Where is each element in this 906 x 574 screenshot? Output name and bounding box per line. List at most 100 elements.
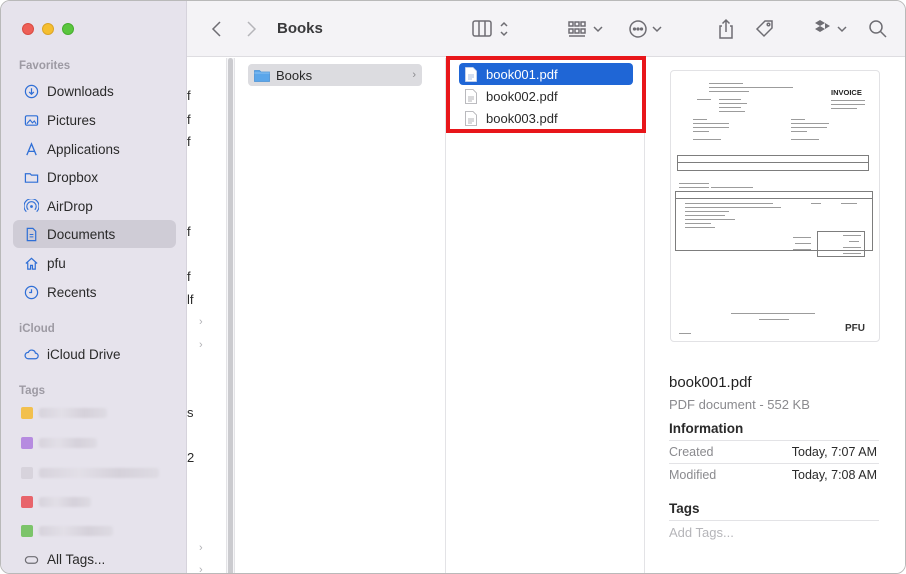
document-icon <box>23 226 39 242</box>
download-icon <box>23 83 39 99</box>
close-window-button[interactable] <box>22 23 34 35</box>
column-documents: Books › <box>236 58 446 573</box>
divider <box>669 440 879 441</box>
back-button[interactable] <box>207 17 227 41</box>
selection-highlight-box <box>446 56 646 133</box>
sidebar-item-label: pfu <box>47 255 66 271</box>
tag-item[interactable] <box>21 407 107 419</box>
edit-tags-button[interactable] <box>753 17 777 41</box>
column-fragment: f <box>187 88 191 103</box>
column-fragment: f <box>187 134 191 149</box>
folder-row-books[interactable]: Books › <box>248 64 422 86</box>
sidebar-item-downloads[interactable]: Downloads <box>13 77 176 105</box>
sidebar-item-label: Recents <box>47 284 97 300</box>
sidebar-item-icloud-drive[interactable]: iCloud Drive <box>13 340 176 368</box>
sidebar-item-label: Downloads <box>47 83 114 99</box>
forward-button[interactable] <box>241 17 261 41</box>
pictures-icon <box>23 112 39 128</box>
ellipsis-circle-icon <box>629 20 662 38</box>
sidebar: Favorites Downloads Pictures Application… <box>1 1 187 573</box>
action-menu-button[interactable] <box>627 17 667 41</box>
folder-icon <box>23 169 39 185</box>
airdrop-icon <box>23 198 39 214</box>
chevron-right-icon <box>247 21 257 37</box>
dropbox-button[interactable] <box>811 17 851 41</box>
document-logo: PFU <box>845 323 865 334</box>
share-button[interactable] <box>715 17 737 41</box>
sidebar-item-recents[interactable]: Recents <box>13 278 176 306</box>
column-fragment: 2 <box>187 450 195 465</box>
cloud-icon <box>23 346 39 362</box>
columns-view-icon <box>472 20 508 37</box>
tag-item[interactable] <box>21 496 91 508</box>
chevron-right-icon: › <box>412 69 416 81</box>
sidebar-item-label: Pictures <box>47 112 96 128</box>
sidebar-item-label: All Tags... <box>47 551 106 567</box>
folder-icon <box>254 69 270 82</box>
document-heading: INVOICE <box>831 88 862 97</box>
search-icon <box>869 20 887 38</box>
column-parent: f f f f f lf s 2 › › › › <box>187 58 227 574</box>
divider <box>669 520 879 521</box>
column-fragment: lf <box>187 292 194 307</box>
column-fragment: s <box>187 405 194 420</box>
zoom-window-button[interactable] <box>62 23 74 35</box>
tag-item[interactable] <box>21 525 113 537</box>
group-button[interactable] <box>567 17 607 41</box>
grid-icon <box>568 21 603 37</box>
clock-icon <box>23 284 39 300</box>
modified-value: Today, 7:08 AM <box>791 468 877 482</box>
add-tags-field[interactable]: Add Tags... <box>669 525 734 540</box>
created-label: Created <box>669 445 714 459</box>
finder-window: Favorites Downloads Pictures Application… <box>0 0 906 574</box>
tag-item[interactable] <box>21 467 159 479</box>
tag-icon <box>755 20 773 38</box>
preview-file-name: book001.pdf <box>669 374 752 391</box>
tag-icon <box>23 551 39 567</box>
column-fragment: f <box>187 269 191 284</box>
divider <box>669 463 879 464</box>
chevron-right-icon: › <box>199 339 203 351</box>
icloud-header: iCloud <box>19 323 55 335</box>
tags-header: Tags <box>19 385 45 397</box>
sidebar-item-applications[interactable]: Applications <box>13 135 176 163</box>
share-icon <box>719 18 733 39</box>
chevron-right-icon: › <box>199 564 203 574</box>
created-value: Today, 7:07 AM <box>791 445 877 459</box>
sidebar-item-label: iCloud Drive <box>47 346 121 362</box>
tags-section-header: Tags <box>669 501 700 516</box>
applications-icon <box>23 141 39 157</box>
sidebar-item-dropbox[interactable]: Dropbox <box>13 163 176 191</box>
chevron-left-icon <box>211 21 221 37</box>
view-mode-button[interactable] <box>471 17 513 41</box>
sidebar-item-pictures[interactable]: Pictures <box>13 106 176 134</box>
home-icon <box>23 255 39 271</box>
dropbox-icon <box>815 20 847 33</box>
document-thumbnail[interactable]: INVOICE PFU <box>670 70 880 342</box>
sidebar-item-label: Applications <box>47 141 120 157</box>
sidebar-item-label: Dropbox <box>47 169 99 185</box>
column-scrollbar[interactable] <box>227 58 235 573</box>
sidebar-item-label: Documents <box>47 226 116 242</box>
information-header: Information <box>669 421 744 436</box>
modified-label: Modified <box>669 468 717 482</box>
chevron-right-icon: › <box>199 542 203 554</box>
toolbar: Books <box>187 1 905 57</box>
sidebar-item-all-tags[interactable]: All Tags... <box>13 545 176 573</box>
window-title: Books <box>277 20 323 37</box>
sidebar-item-documents[interactable]: Documents <box>13 220 176 248</box>
favorites-header: Favorites <box>19 60 71 72</box>
column-fragment: f <box>187 224 191 239</box>
folder-label: Books <box>276 67 313 83</box>
chevron-right-icon: › <box>199 316 203 328</box>
sidebar-item-pfu[interactable]: pfu <box>13 249 176 277</box>
preview-file-type: PDF document - 552 KB <box>669 397 810 412</box>
sidebar-item-airdrop[interactable]: AirDrop <box>13 192 176 220</box>
minimize-window-button[interactable] <box>42 23 54 35</box>
scrollbar-thumb[interactable] <box>228 58 233 573</box>
column-fragment: f <box>187 112 191 127</box>
column-books: book001.pdf book002.pdf book003.pdf <box>447 58 645 573</box>
tag-item[interactable] <box>21 437 97 449</box>
sidebar-item-label: AirDrop <box>47 198 93 214</box>
search-button[interactable] <box>867 17 889 41</box>
